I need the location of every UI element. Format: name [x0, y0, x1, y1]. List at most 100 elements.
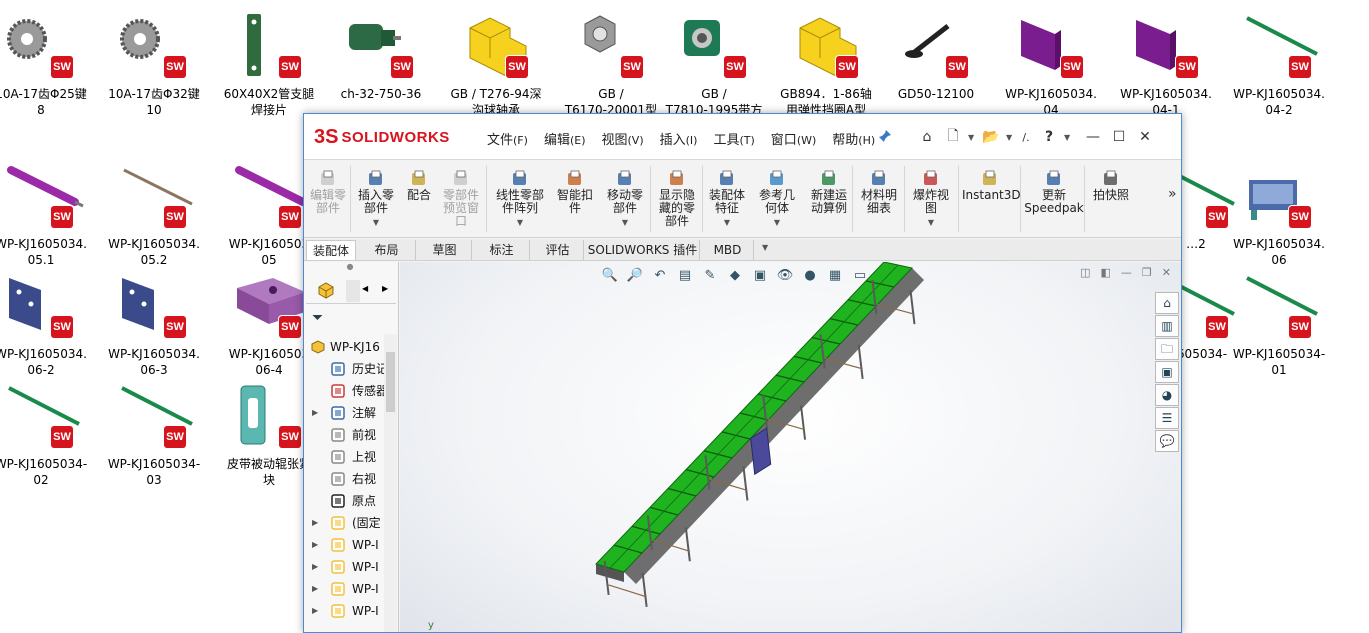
tab-6[interactable]: MBD [702, 240, 754, 260]
tab-4[interactable]: 评估 [532, 240, 584, 260]
panel-tab-blank[interactable] [346, 280, 360, 302]
design-library-icon[interactable]: ▥ [1155, 315, 1179, 337]
tree-item[interactable]: ▶ WP-I [304, 600, 396, 622]
open-dropdown-icon[interactable]: ▼ [1006, 133, 1014, 142]
tree-item[interactable]: 原点 [304, 490, 396, 512]
tab-1[interactable]: 布局 [358, 240, 416, 260]
expand-arrow-icon[interactable]: ▶ [312, 600, 318, 622]
tree-item[interactable]: ▶ WP-I [304, 534, 396, 556]
tree-item[interactable]: ▶ WP-I [304, 578, 396, 600]
command-button-10[interactable]: 新建运 动算例 [806, 163, 852, 215]
minimize-button[interactable]: — [1082, 126, 1104, 148]
tree-scrollbar[interactable] [384, 334, 397, 632]
feature-manager-tab-icon[interactable] [316, 280, 338, 302]
graphics-area[interactable]: 🔍 🔎 ↶ ▤ ✎ ◆ ▣ 👁 ● ▦ ▭ ⊙ ◫ ◧ — ❐ ✕ ⌂ ▥ 🗀 … [400, 262, 1181, 633]
tree-scroll-thumb[interactable] [386, 352, 395, 412]
desktop-file-icon[interactable]: SW GB / T276-94深 沟球轴承 [440, 10, 552, 118]
menu-item-2[interactable]: 视图(V) [594, 127, 652, 150]
more-commands-icon[interactable]: » [1168, 186, 1177, 202]
command-button-13[interactable]: Instant3D [962, 163, 1021, 202]
pin-icon[interactable] [878, 128, 892, 147]
maximize-button[interactable]: ☐ [1108, 126, 1130, 148]
home-icon[interactable]: ⌂ [916, 126, 938, 148]
solidworks-resources-icon[interactable]: ⌂ [1155, 292, 1179, 314]
desktop-file-icon[interactable]: SW WP-KJ1605034. 05.1 [0, 160, 97, 268]
dropdown-arrow-icon[interactable]: ▼ [908, 216, 954, 229]
expand-arrow-icon[interactable]: ▶ [312, 402, 318, 424]
command-button-3[interactable]: 零部件 预览窗 口 [438, 163, 484, 228]
dropdown-arrow-icon[interactable]: ▼ [354, 216, 398, 229]
command-button-5[interactable]: 智能扣 件 [554, 163, 596, 215]
menu-item-5[interactable]: 窗口(W) [763, 127, 824, 150]
help-icon[interactable]: ? [1038, 126, 1060, 148]
command-button-6[interactable]: 移动零 部件 ▼ [600, 163, 650, 229]
tree-item[interactable]: 上视 [304, 446, 396, 468]
desktop-file-icon[interactable]: SW WP-KJ1605034. 06-2 [0, 270, 97, 378]
desktop-file-icon[interactable]: SW WP-KJ1605034. 04 [995, 10, 1107, 118]
tree-item[interactable]: ▶ (固定 [304, 512, 396, 534]
filter-icon[interactable]: ⏷ [312, 310, 323, 326]
panel-tab-left-arrow[interactable]: ◀ [362, 284, 368, 293]
command-button-2[interactable]: 配合 [402, 163, 436, 202]
command-button-0[interactable]: 编辑零 部件 [306, 163, 350, 215]
tree-root[interactable]: WP-KJ16 [304, 336, 396, 358]
panel-tab-right-arrow[interactable]: ▶ [382, 284, 388, 293]
new-dropdown-icon[interactable]: ▼ [968, 133, 976, 142]
menu-item-6[interactable]: 帮助(H) [824, 127, 883, 150]
new-document-icon[interactable]: 🗋 [942, 126, 964, 148]
command-button-14[interactable]: 更新 Speedpak [1024, 163, 1084, 215]
expand-arrow-icon[interactable]: ▶ [312, 578, 318, 600]
desktop-file-icon[interactable]: SW WP-KJ1605034. 05.2 [98, 160, 210, 268]
dropdown-arrow-icon[interactable]: ▼ [490, 216, 550, 229]
file-explorer-icon[interactable]: 🗀 [1155, 338, 1179, 360]
desktop-file-icon[interactable]: SW WP-KJ1605034. 04-1 [1110, 10, 1222, 118]
desktop-file-icon[interactable]: SW GB / T6170-20001型 [555, 10, 667, 118]
tree-item[interactable]: 历史记 [304, 358, 396, 380]
desktop-file-icon[interactable]: SW GB / T7810-1995带方 [658, 10, 770, 118]
dropdown-arrow-icon[interactable]: ▼ [704, 216, 750, 229]
appearances-icon[interactable]: ◕ [1155, 384, 1179, 406]
tab-3[interactable]: 标注 [474, 240, 530, 260]
desktop-file-icon[interactable]: SW GD50-12100 [880, 10, 992, 102]
menu-item-3[interactable]: 插入(I) [652, 127, 706, 150]
open-document-icon[interactable]: 📂 [980, 126, 1002, 148]
custom-properties-icon[interactable]: ☰ [1155, 407, 1179, 429]
desktop-file-icon[interactable]: SW 60X40X2管支腿 焊接片 [213, 10, 325, 118]
desktop-file-icon[interactable]: SW WP-KJ1605034- 03 [98, 380, 210, 488]
desktop-file-icon[interactable]: SW GB894．1-86轴 用弹性挡圈A型 [770, 10, 882, 118]
expand-arrow-icon[interactable]: ▶ [312, 512, 318, 534]
desktop-file-icon[interactable]: SW ch-32-750-36 [325, 10, 437, 102]
tree-item[interactable]: ▶ 注解 [304, 402, 396, 424]
desktop-file-icon[interactable]: SW WP-KJ1605034- 01 [1223, 270, 1335, 378]
command-button-9[interactable]: 参考几 何体 ▼ [754, 163, 800, 229]
close-button[interactable]: ✕ [1134, 126, 1156, 148]
menu-item-0[interactable]: 文件(F) [479, 127, 536, 150]
tab-0[interactable]: 装配体 [306, 240, 356, 260]
tree-item[interactable]: ▶ WP-I [304, 556, 396, 578]
dropdown-arrow-icon[interactable]: ▼ [600, 216, 650, 229]
expand-arrow-icon[interactable]: ▶ [312, 556, 318, 578]
panel-collapse-handle[interactable]: ● [304, 262, 396, 276]
solidworks-logo[interactable]: 3S SOLIDWORKS [314, 122, 460, 152]
expand-arrow-icon[interactable]: ▶ [312, 534, 318, 556]
command-button-7[interactable]: 显示隐 藏的零 部件 [654, 163, 700, 228]
view-palette-icon[interactable]: ▣ [1155, 361, 1179, 383]
command-button-1[interactable]: 插入零 部件 ▼ [354, 163, 398, 229]
tab-overflow-dropdown-icon[interactable]: ▼ [762, 243, 768, 252]
desktop-file-icon[interactable]: SW WP-KJ1605034. 06-3 [98, 270, 210, 378]
dropdown-arrow-icon[interactable]: ▼ [754, 216, 800, 229]
tab-2[interactable]: 草图 [418, 240, 472, 260]
tree-item[interactable]: 前视 [304, 424, 396, 446]
help-dropdown-icon[interactable]: ▼ [1064, 133, 1072, 142]
desktop-file-icon[interactable]: SW WP-KJ1605034- 02 [0, 380, 97, 488]
tab-5[interactable]: SOLIDWORKS 插件 [586, 240, 700, 260]
menu-item-4[interactable]: 工具(T) [705, 127, 762, 150]
conveyor-model[interactable] [400, 262, 1181, 633]
command-button-12[interactable]: 爆炸视 图 ▼ [908, 163, 954, 229]
command-button-11[interactable]: 材料明 细表 [856, 163, 902, 215]
command-button-15[interactable]: 拍快照 [1088, 163, 1134, 202]
desktop-file-icon[interactable]: SW WP-KJ1605034. 04-2 [1223, 10, 1335, 118]
search-commands-field[interactable]: /. [1018, 126, 1034, 148]
command-button-8[interactable]: 装配体 特征 ▼ [704, 163, 750, 229]
menu-item-1[interactable]: 编辑(E) [536, 127, 594, 150]
